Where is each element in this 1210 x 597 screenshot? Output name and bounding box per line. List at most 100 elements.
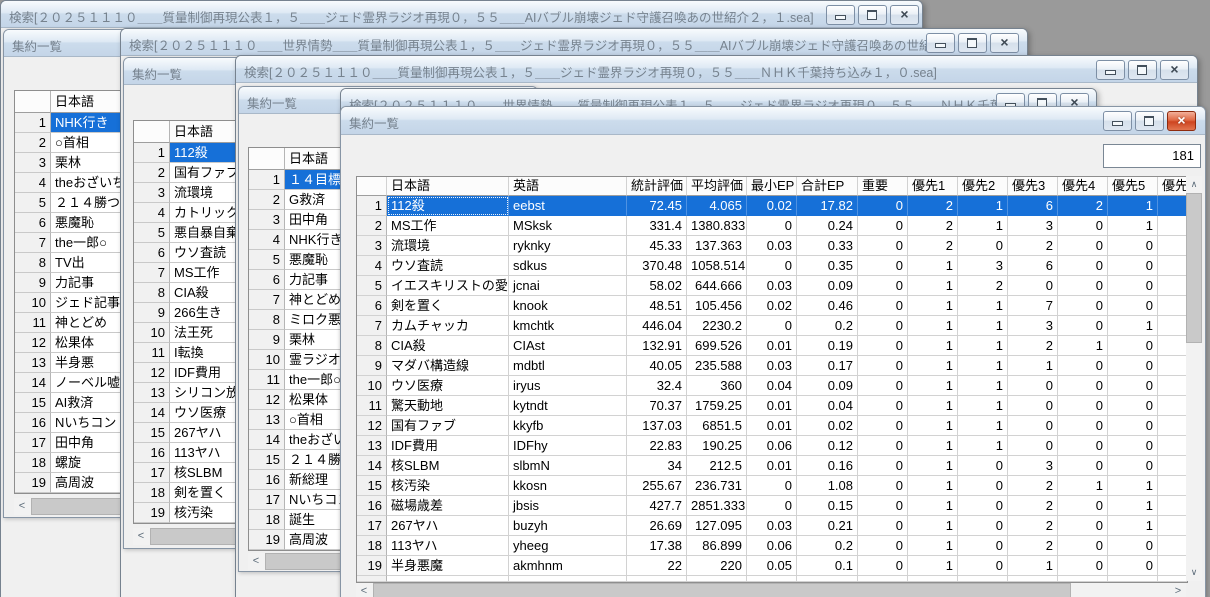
priority-6-cell[interactable] [1158,316,1187,336]
min-ep-cell[interactable]: 0.04 [747,376,797,396]
minimize-button[interactable] [1103,111,1132,131]
row-number-header[interactable] [249,148,285,170]
horizontal-scrollbar[interactable] [356,583,1186,597]
important-cell[interactable]: 0 [858,236,908,256]
stat-eval-cell[interactable]: 331.4 [627,216,687,236]
priority-3-cell[interactable]: 2 [1008,496,1058,516]
avg-eval-cell[interactable]: 127.095 [687,516,747,536]
priority-6-cell[interactable] [1158,416,1187,436]
scroll-left-button[interactable] [248,553,264,570]
table-row[interactable]: 12 国有ファブ kkyfb 137.03 6851.5 0.01 0.02 0 1 1 0 0 0 [357,416,1187,436]
priority-4-cell[interactable]: 2 [1058,196,1108,216]
total-ep-cell[interactable]: 0.21 [797,516,858,536]
min-ep-cell[interactable]: 0.02 [747,296,797,316]
priority-1-cell[interactable]: 1 [908,336,958,356]
scrollbar-thumb[interactable] [373,583,1071,597]
priority-6-cell[interactable] [1158,536,1187,556]
priority-4-cell[interactable]: 0 [1058,456,1108,476]
priority-2-cell[interactable]: 1 [958,196,1008,216]
priority-3-cell[interactable]: 0 [1008,396,1058,416]
table-row[interactable]: 18 113ヤハ yheeg 17.38 86.899 0.06 0.2 0 1 0 2 0 0 [357,536,1187,556]
important-cell[interactable]: 0 [858,496,908,516]
minimize-button[interactable] [826,5,855,25]
priority-6-cell[interactable] [1158,216,1187,236]
japanese-cell[interactable]: ウソ査読 [387,256,509,276]
total-ep-cell[interactable]: 0.19 [797,336,858,356]
english-cell[interactable]: akmhnm [509,556,627,576]
total-ep-cell[interactable]: 0.04 [797,396,858,416]
priority-3-cell[interactable]: 7 [1008,296,1058,316]
table-row[interactable]: 10 ウソ医療 iryus 32.4 360 0.04 0.09 0 1 1 0 0 0 [357,376,1187,396]
japanese-cell[interactable]: 267ヤハ [387,516,509,536]
stat-eval-cell[interactable]: 22.83 [627,436,687,456]
priority-4-cell[interactable]: 0 [1058,296,1108,316]
column-header-japanese[interactable]: 日本語 [387,177,509,196]
min-ep-cell[interactable]: 0.03 [747,356,797,376]
priority-3-cell[interactable]: 3 [1008,316,1058,336]
important-cell[interactable]: 0 [858,336,908,356]
column-header-avg-eval[interactable]: 平均評価 [687,177,747,196]
total-ep-cell[interactable]: 0.16 [797,456,858,476]
priority-1-cell[interactable]: 1 [908,416,958,436]
min-ep-cell[interactable]: 0 [747,216,797,236]
stat-eval-cell[interactable]: 48.51 [627,296,687,316]
table-row[interactable]: 11 驚天動地 kytndt 70.37 1759.25 0.01 0.04 0 1 1 0 0 0 [357,396,1187,416]
priority-2-cell[interactable]: 1 [958,416,1008,436]
priority-4-cell[interactable]: 0 [1058,316,1108,336]
japanese-cell[interactable]: 磁場歳差 [387,496,509,516]
japanese-cell[interactable]: 核SLBM [387,456,509,476]
table-row[interactable]: 6 剣を置く knook 48.51 105.456 0.02 0.46 0 1 1 7 0 0 [357,296,1187,316]
priority-6-cell[interactable] [1158,196,1187,216]
stat-eval-cell[interactable]: 427.7 [627,496,687,516]
column-header-stat-eval[interactable]: 統計評価 [627,177,687,196]
stat-eval-cell[interactable]: 32.4 [627,376,687,396]
stat-eval-cell[interactable]: 132.91 [627,336,687,356]
min-ep-cell[interactable]: 0.02 [747,196,797,216]
important-cell[interactable]: 0 [858,516,908,536]
min-ep-cell[interactable]: 0.01 [747,416,797,436]
min-ep-cell[interactable]: 0.01 [747,456,797,476]
minimize-button[interactable] [1096,60,1125,80]
priority-4-cell[interactable]: 0 [1058,376,1108,396]
table-row[interactable]: 9 マダバ構造線 mdbtl 40.05 235.588 0.03 0.17 0 1 1 1 0 0 [357,356,1187,376]
priority-1-cell[interactable]: 1 [908,436,958,456]
row-number-header[interactable] [134,121,170,143]
close-button[interactable] [990,33,1019,53]
priority-3-cell[interactable]: 0 [1008,376,1058,396]
priority-3-cell[interactable]: 2 [1008,236,1058,256]
priority-4-cell[interactable]: 1 [1058,476,1108,496]
priority-6-cell[interactable] [1158,436,1187,456]
important-cell[interactable]: 0 [858,556,908,576]
avg-eval-cell[interactable]: 2851.333 [687,496,747,516]
english-cell[interactable]: yheeg [509,536,627,556]
priority-4-cell[interactable]: 0 [1058,536,1108,556]
priority-3-cell[interactable]: 0 [1008,416,1058,436]
close-button[interactable] [890,5,919,25]
priority-3-cell[interactable]: 2 [1008,536,1058,556]
priority-1-cell[interactable]: 1 [908,296,958,316]
priority-5-cell[interactable]: 0 [1108,396,1158,416]
priority-6-cell[interactable] [1158,296,1187,316]
english-cell[interactable]: kkyfb [509,416,627,436]
priority-5-cell[interactable]: 1 [1108,216,1158,236]
priority-5-cell[interactable]: 1 [1108,316,1158,336]
avg-eval-cell[interactable]: 212.5 [687,456,747,476]
priority-3-cell[interactable]: 3 [1008,216,1058,236]
column-header-min-ep[interactable]: 最小EP [747,177,797,196]
table-row[interactable]: 4 ウソ査読 sdkus 370.48 1058.514 0 0.35 0 1 3 6 0 0 [357,256,1187,276]
priority-4-cell[interactable]: 0 [1058,216,1108,236]
avg-eval-cell[interactable]: 6851.5 [687,416,747,436]
priority-6-cell[interactable] [1158,356,1187,376]
table-row[interactable]: 8 CIA殺 CIAst 132.91 699.526 0.01 0.19 0 1 1 2 1 0 [357,336,1187,356]
english-cell[interactable]: kytndt [509,396,627,416]
priority-5-cell[interactable]: 1 [1108,476,1158,496]
column-header-priority-2[interactable]: 優先2 [958,177,1008,196]
total-ep-cell[interactable]: 0.1 [797,556,858,576]
column-header-important[interactable]: 重要 [858,177,908,196]
priority-4-cell[interactable]: 0 [1058,236,1108,256]
japanese-cell[interactable]: マダバ構造線 [387,356,509,376]
important-cell[interactable]: 0 [858,256,908,276]
priority-4-cell[interactable]: 0 [1058,496,1108,516]
stat-eval-cell[interactable]: 22 [627,556,687,576]
priority-6-cell[interactable] [1158,476,1187,496]
